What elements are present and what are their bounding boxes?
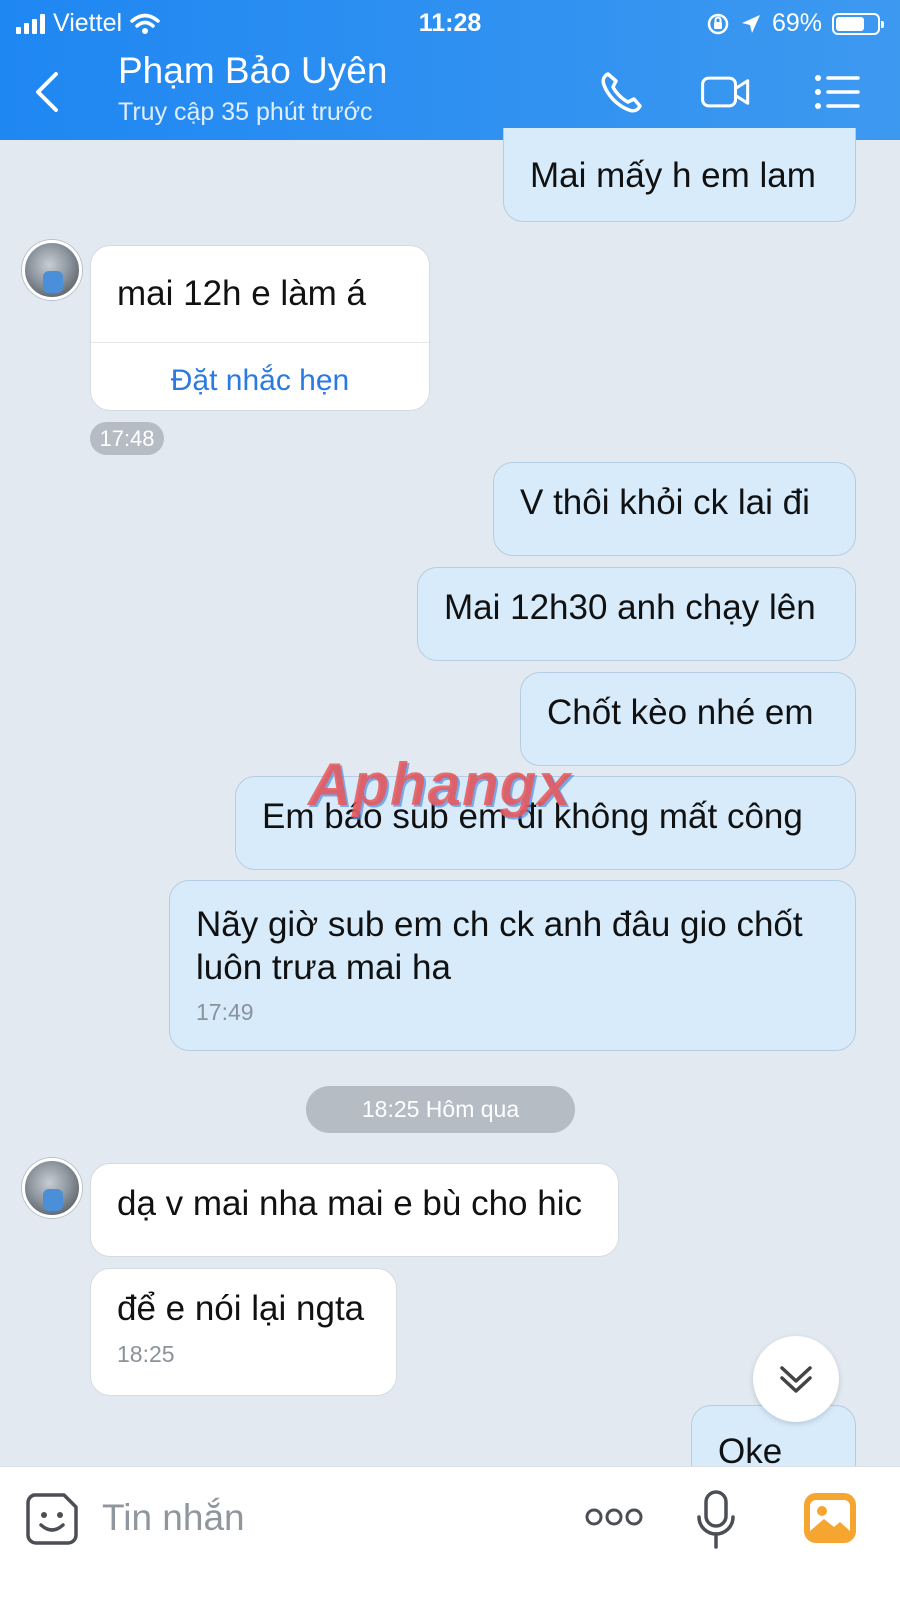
message-text: dạ v mai nha mai e bù cho hic	[117, 1184, 582, 1223]
location-icon	[741, 14, 760, 33]
message-input-bar: Tin nhắn	[0, 1466, 900, 1600]
date-separator: 18:25 Hôm qua	[306, 1086, 575, 1133]
message-text: V thôi khỏi ck lai đi	[520, 483, 810, 522]
message-time-badge: 17:48	[90, 422, 164, 455]
menu-list-icon[interactable]	[812, 68, 864, 116]
message-text: mai 12h e làm á	[117, 274, 367, 313]
message-time: 18:25	[117, 1341, 175, 1367]
battery-percent: 69%	[771, 9, 822, 37]
message-incoming[interactable]: dạ v mai nha mai e bù cho hic	[90, 1163, 619, 1257]
contact-avatar[interactable]	[22, 1158, 82, 1218]
message-text: Mai 12h30 anh chạy lên	[444, 588, 816, 627]
orientation-lock-icon	[707, 13, 729, 34]
contact-name[interactable]: Phạm Bảo Uyên	[118, 50, 387, 92]
message-input[interactable]: Tin nhắn	[102, 1497, 245, 1539]
status-bar: Viettel 11:28 69%	[0, 0, 900, 44]
message-text: Chốt kèo nhé em	[547, 693, 814, 732]
scroll-to-bottom-button[interactable]	[753, 1336, 839, 1422]
phone-icon[interactable]	[598, 68, 650, 116]
video-call-icon[interactable]	[700, 68, 752, 116]
message-outgoing[interactable]: Nãy giờ sub em ch ck anh đâu gio chốt lu…	[169, 880, 856, 1051]
back-chevron-icon[interactable]	[28, 68, 68, 116]
message-outgoing[interactable]: V thôi khỏi ck lai đi	[493, 462, 856, 556]
set-reminder-link[interactable]: Đặt nhắc hẹn	[91, 343, 429, 403]
contact-avatar[interactable]	[22, 240, 82, 300]
message-outgoing[interactable]: Mai mấy h em lam	[503, 128, 856, 222]
chat-header: Viettel 11:28 69% Phạm Bảo Uyên Truy cập…	[0, 0, 900, 140]
microphone-icon[interactable]	[694, 1489, 738, 1551]
more-dots-icon[interactable]	[584, 1505, 644, 1529]
message-outgoing[interactable]: Mai 12h30 anh chạy lên	[417, 567, 856, 661]
message-text: Nãy giờ sub em ch ck anh đâu gio chốt lu…	[196, 905, 803, 987]
message-time: 17:49	[196, 999, 254, 1025]
message-incoming[interactable]: để e nói lại ngta 18:25	[90, 1268, 397, 1396]
sticker-emoji-icon[interactable]	[24, 1491, 80, 1547]
message-text: để e nói lại ngta	[117, 1289, 365, 1328]
watermark-logo: Aphangx	[308, 751, 572, 818]
image-gallery-icon[interactable]	[802, 1491, 858, 1545]
chevron-double-down-icon	[780, 1366, 812, 1393]
battery-icon	[832, 12, 884, 35]
last-seen-status: Truy cập 35 phút trước	[118, 98, 373, 126]
message-incoming[interactable]: mai 12h e làm á Đặt nhắc hẹn	[90, 245, 430, 411]
message-text: Mai mấy h em lam	[530, 156, 816, 195]
status-right: 69%	[706, 9, 884, 38]
